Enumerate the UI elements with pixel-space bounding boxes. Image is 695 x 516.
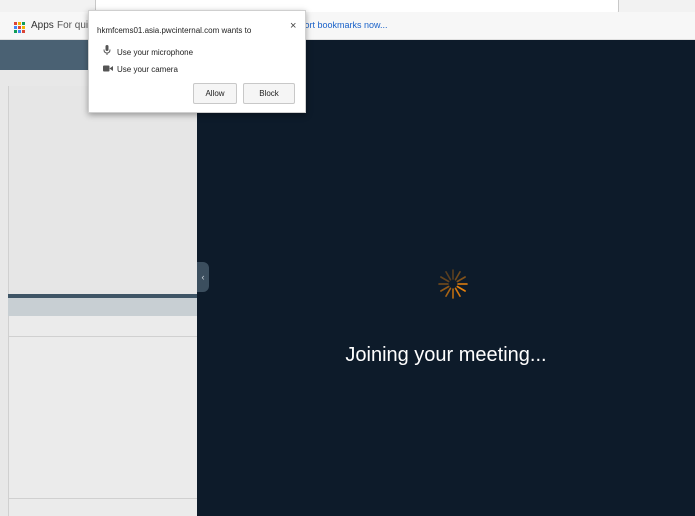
permission-popup-title: hkmfcems01.asia.pwcinternal.com wants to	[97, 26, 252, 35]
left-panel-lower-area	[8, 316, 198, 516]
import-bookmarks-link[interactable]: mport bookmarks now...	[292, 20, 388, 30]
divider-line	[8, 336, 197, 337]
close-icon[interactable]: ×	[290, 20, 296, 32]
panel-section-header	[8, 298, 197, 316]
permission-popup: hkmfcems01.asia.pwcinternal.com wants to…	[88, 10, 306, 113]
camera-icon	[103, 65, 117, 74]
loading-spinner-icon	[438, 269, 468, 299]
microphone-icon	[103, 45, 117, 57]
permission-item-camera: Use your camera	[103, 65, 178, 74]
permission-item-label: Use your camera	[117, 65, 178, 74]
apps-grid-icon[interactable]	[14, 22, 25, 33]
collapse-panel-button[interactable]: ‹	[197, 262, 209, 292]
permission-item-label: Use your microphone	[117, 48, 194, 57]
joining-status-text: Joining your meeting...	[345, 344, 547, 366]
bookmark-item[interactable]: For quick	[57, 20, 91, 31]
apps-bookmark[interactable]: Apps	[31, 20, 54, 31]
block-button[interactable]: Block	[243, 83, 295, 104]
allow-button[interactable]: Allow	[193, 83, 237, 104]
divider-line	[8, 498, 197, 499]
permission-item-microphone: Use your microphone	[103, 45, 193, 57]
